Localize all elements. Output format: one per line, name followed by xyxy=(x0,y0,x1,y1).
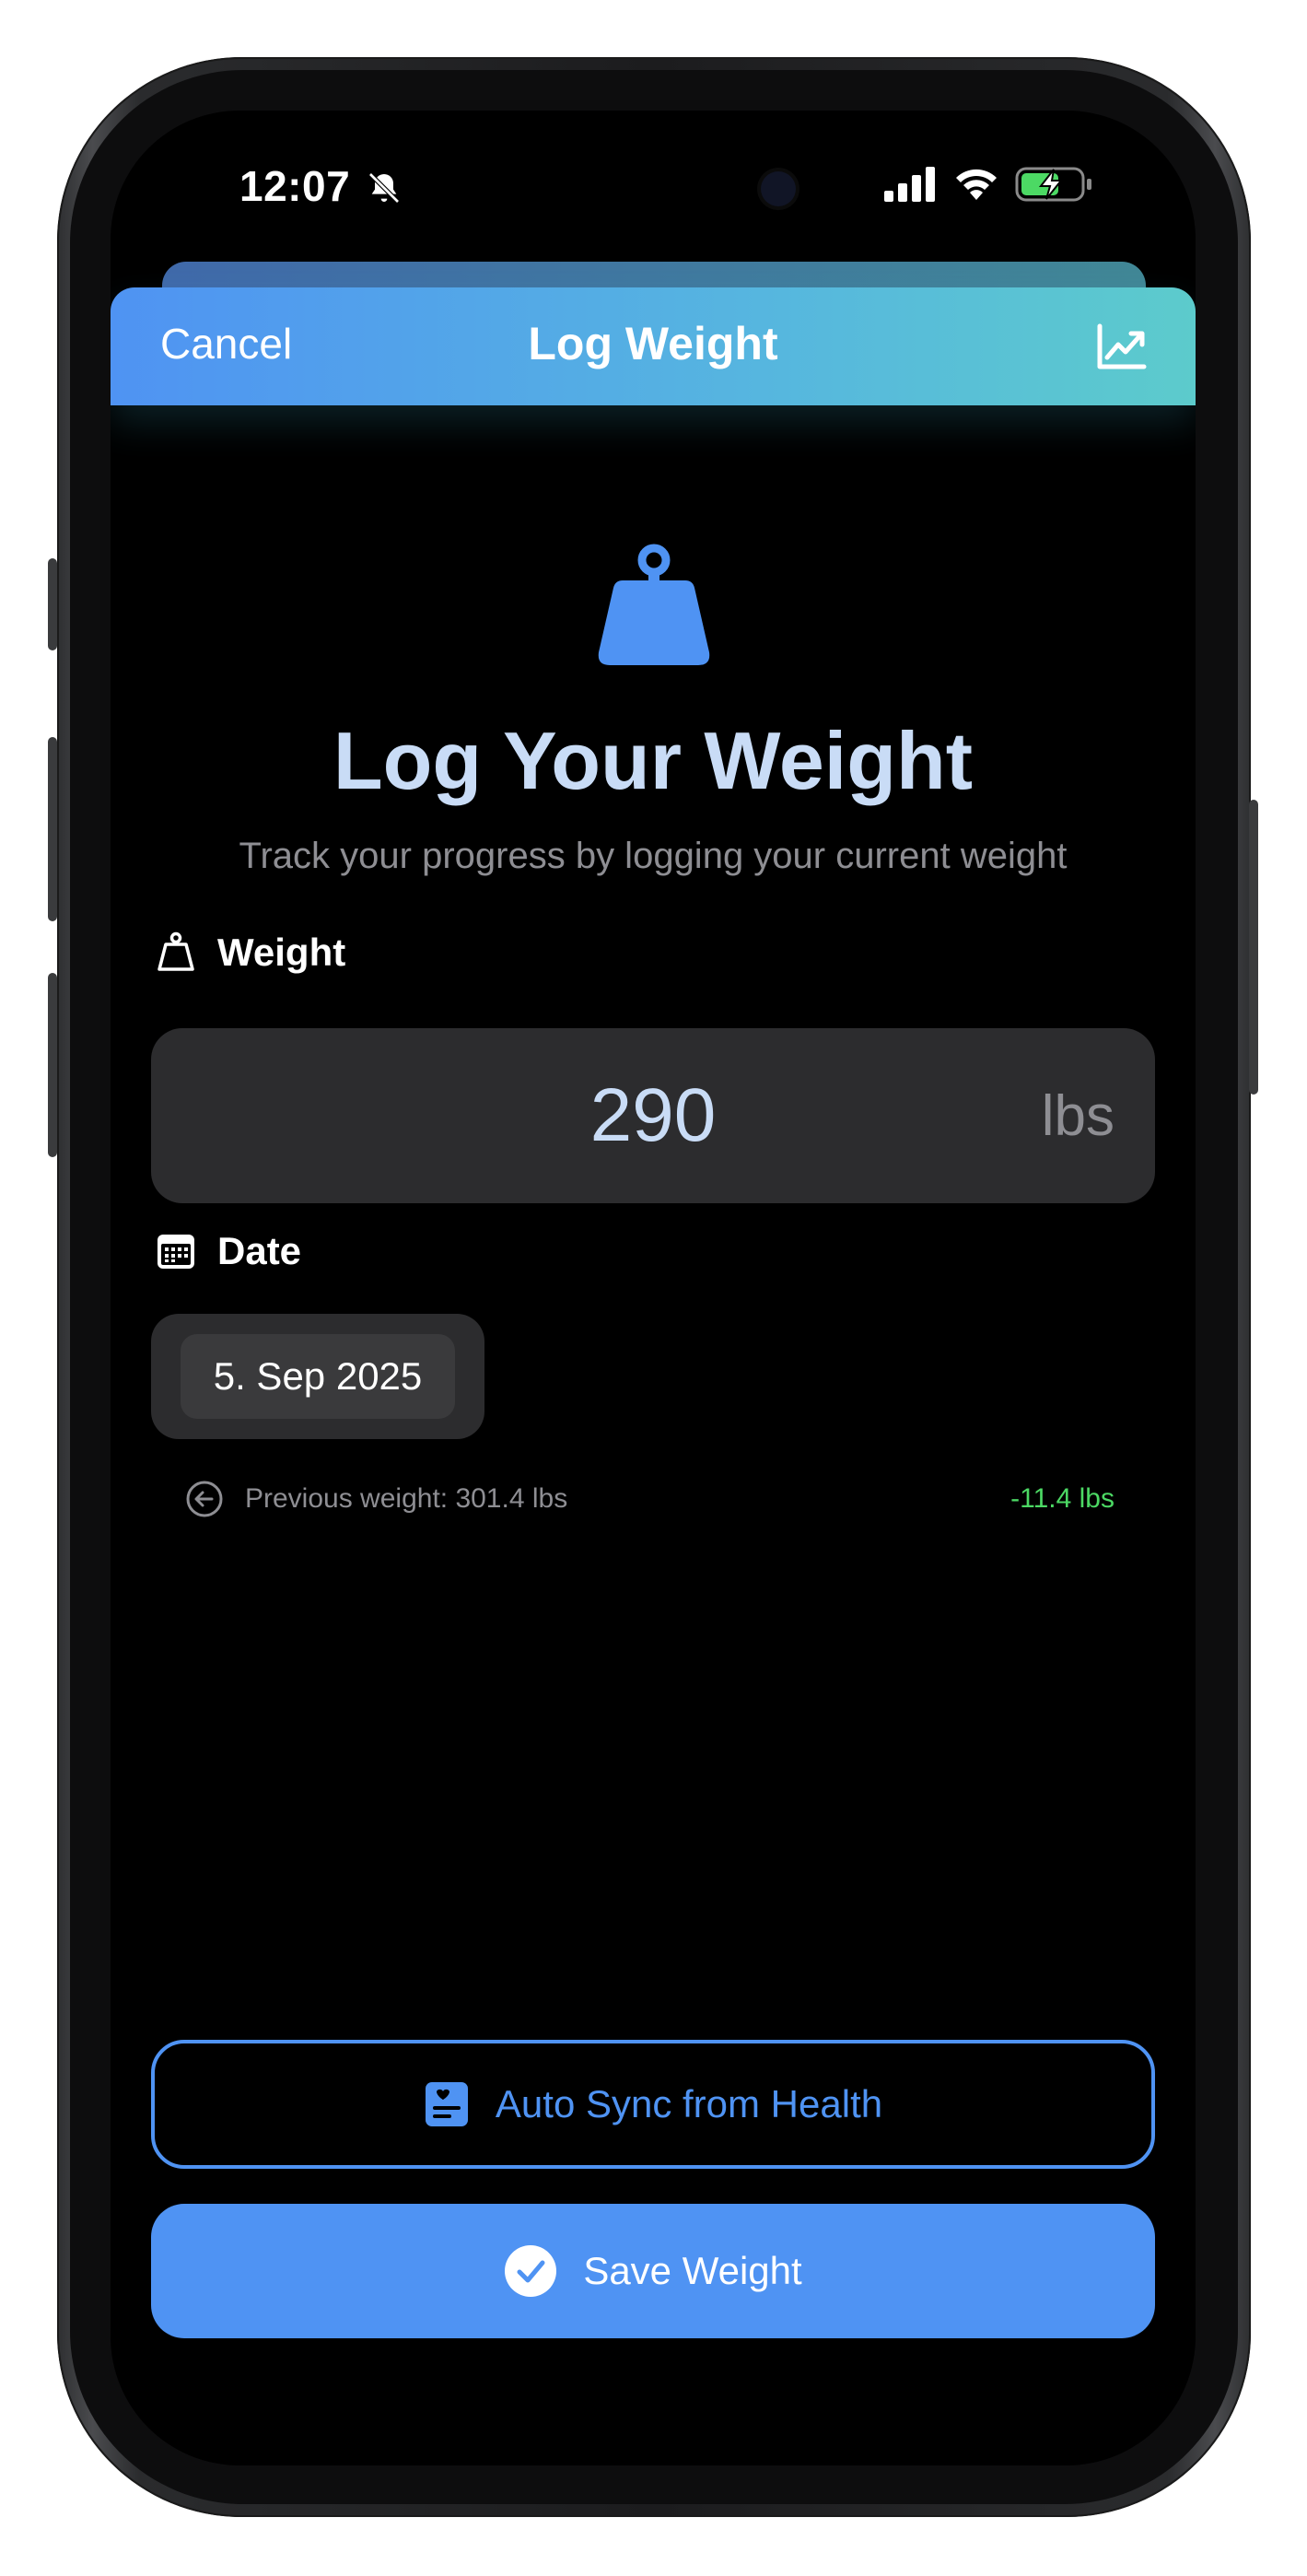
auto-sync-label: Auto Sync from Health xyxy=(495,2082,883,2125)
date-picker-button[interactable]: 5. Sep 2025 xyxy=(181,1334,455,1419)
status-icons xyxy=(884,166,1094,203)
date-label: Date xyxy=(155,1229,301,1273)
scale-mass-icon xyxy=(598,544,710,665)
battery-charging-icon xyxy=(1015,167,1091,202)
save-weight-label: Save Weight xyxy=(583,2249,802,2292)
previous-weight-text: Previous weight: 301.4 lbs xyxy=(245,1483,568,1514)
volume-down-button xyxy=(48,973,57,1157)
status-time: 12:07 xyxy=(239,161,403,211)
action-button xyxy=(48,558,57,650)
checkmark-circle-icon xyxy=(505,2245,557,2297)
camera-icon xyxy=(761,171,796,206)
wifi-icon xyxy=(956,169,997,200)
signal-icon xyxy=(884,167,935,202)
page-title: Log Weight xyxy=(528,318,778,369)
weight-label-text: Weight xyxy=(217,931,346,974)
scale-mass-outline-icon xyxy=(158,931,194,971)
weight-unit: lbs xyxy=(1041,1084,1114,1148)
bell-slash-icon xyxy=(368,172,401,204)
previous-weight-row: Previous weight: 301.4 lbs -11.4 lbs xyxy=(184,1478,1114,1520)
dynamic-island xyxy=(483,138,823,240)
date-picker: 5. Sep 2025 xyxy=(151,1314,484,1439)
power-button xyxy=(1249,800,1258,1095)
save-weight-button[interactable]: Save Weight xyxy=(151,2204,1155,2338)
hero-title: Log Your Weight xyxy=(333,715,974,806)
chart-line-uptrend-icon[interactable] xyxy=(1096,322,1148,370)
nav-header: Cancel Log Weight xyxy=(111,287,1196,405)
calendar-icon xyxy=(158,1235,194,1269)
weight-label: Weight xyxy=(155,931,345,975)
arrow-left-circle-icon xyxy=(186,1481,223,1517)
auto-sync-button[interactable]: Auto Sync from Health xyxy=(151,2040,1155,2169)
weight-difference: -11.4 lbs xyxy=(1010,1483,1114,1514)
volume-up-button xyxy=(48,737,57,921)
hero-subtitle: Track your progress by logging your curr… xyxy=(239,836,1068,876)
date-label-text: Date xyxy=(217,1229,302,1272)
weight-value: 290 xyxy=(589,1073,717,1157)
weight-input[interactable]: 290 lbs xyxy=(151,1028,1155,1203)
health-record-icon xyxy=(425,2082,468,2126)
screen: 12:07 Cancel Log Weight Log Your Weight … xyxy=(111,111,1196,2465)
